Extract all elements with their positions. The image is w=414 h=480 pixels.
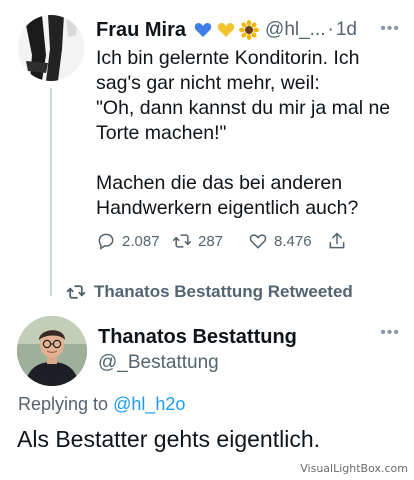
yellow-heart-icon	[217, 23, 235, 37]
replying-to-line: Replying to @hl_h2o	[18, 394, 185, 415]
like-button[interactable]: 8.476	[248, 231, 312, 251]
tweet-time[interactable]: 1d	[336, 19, 357, 41]
reply-text: Als Bestatter gehts eigentlich.	[17, 426, 320, 452]
sunflower-icon	[239, 20, 260, 40]
reply-count: 2.087	[122, 232, 160, 250]
share-icon	[329, 232, 345, 249]
reply-icon	[98, 233, 114, 250]
blue-heart-icon	[194, 23, 212, 37]
separator-dot: ·	[327, 19, 334, 40]
retweet-button[interactable]: 287	[172, 231, 223, 251]
thread-line	[50, 88, 52, 296]
share-button[interactable]	[327, 231, 347, 251]
reply-author-name[interactable]: Thanatos Bestattung	[98, 326, 297, 349]
reply-button[interactable]: 2.087	[96, 231, 160, 251]
reply-author-handle[interactable]: @_Bestattung	[98, 352, 219, 374]
author-handle[interactable]: @hl_...	[265, 19, 325, 41]
retweet-icon	[172, 234, 192, 248]
watermark: VisualLightBox.com	[300, 462, 408, 475]
retweeted-banner-text: Thanatos Bestattung Retweeted	[94, 282, 353, 301]
person-photo	[17, 316, 87, 386]
replying-to-label: Replying to	[18, 394, 114, 414]
author-avatar-frau-mira[interactable]	[18, 15, 84, 81]
retweet-count: 287	[198, 232, 224, 250]
like-count: 8.476	[274, 232, 312, 250]
tweet-header: Frau Mira @hl_... · 1d	[96, 18, 406, 42]
heart-icon	[249, 234, 267, 249]
more-options-icon[interactable]: •••	[380, 324, 400, 342]
author-name[interactable]: Frau Mira	[96, 19, 186, 42]
tweet-text: Ich bin gelernte Konditorin. Ich sag's g…	[96, 47, 391, 219]
retweeted-banner[interactable]: Thanatos Bestattung Retweeted	[66, 282, 353, 302]
retweet-icon	[66, 285, 86, 299]
name-emojis	[193, 20, 260, 40]
author-avatar-thanatos[interactable]	[17, 316, 87, 386]
replying-to-handle-link[interactable]: @hl_h2o	[113, 394, 185, 414]
legs-photo	[18, 15, 84, 81]
tweet-actions: 2.087 287 8.476	[96, 231, 356, 255]
more-options-icon[interactable]: •••	[380, 20, 400, 38]
